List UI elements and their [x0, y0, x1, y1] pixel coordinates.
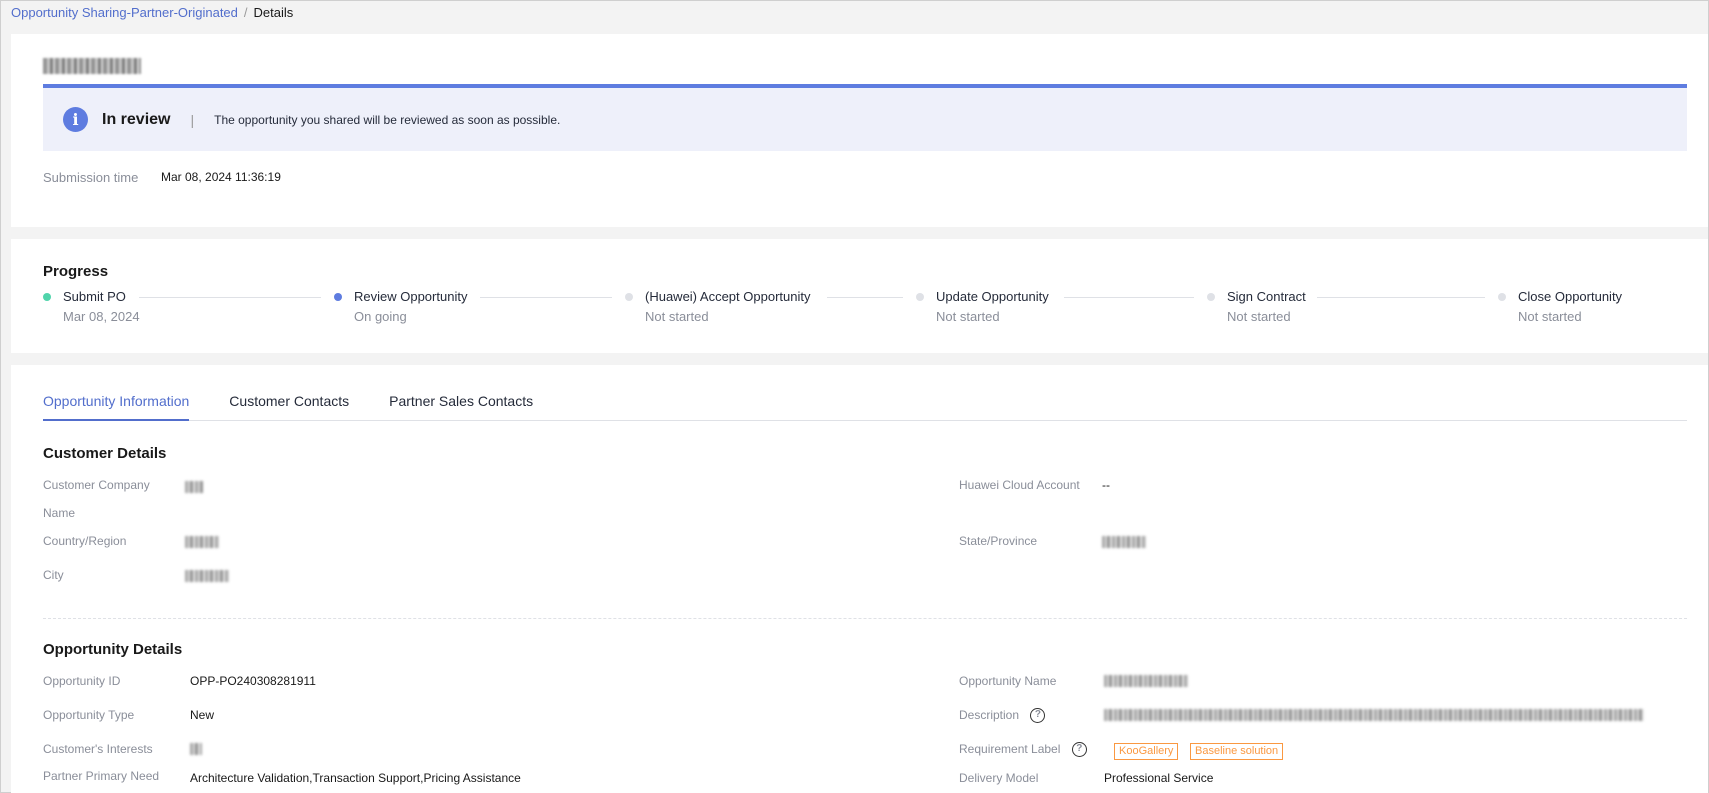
tab-customer-contacts[interactable]: Customer Contacts: [229, 389, 349, 421]
opportunity-info-card: Opportunity Information Customer Contact…: [11, 365, 1708, 793]
opportunity-id-value: OPP-PO240308281911: [190, 674, 316, 688]
submission-time: Submission time Mar 08, 2024 11:36:19: [43, 170, 281, 185]
opportunity-details-title: Opportunity Details: [43, 641, 183, 658]
customer-company-label-line2: Name: [43, 506, 76, 520]
help-icon[interactable]: ?: [1071, 742, 1087, 758]
breadcrumb-current: Details: [253, 5, 294, 20]
step-name: Update Opportunity: [936, 289, 1049, 304]
step-status: Not started: [645, 309, 709, 324]
customer-details-title: Customer Details: [43, 445, 167, 462]
customer-interests-label: Customer's Interests: [43, 742, 153, 756]
opportunity-name-label: Opportunity Name: [959, 674, 1057, 688]
partner-primary-need-label: Partner Primary Need: [43, 769, 160, 783]
opportunity-type-value: New: [190, 708, 215, 722]
state-province-value-redacted: [1102, 536, 1146, 548]
step-status: Not started: [1227, 309, 1291, 324]
step-name: Review Opportunity: [354, 289, 468, 304]
step-status-dot: [1498, 293, 1506, 301]
state-province-label: State/Province: [959, 534, 1038, 548]
progress-steps: Submit PO Mar 08, 2024 Review Opportunit…: [43, 289, 1672, 329]
step-name: Sign Contract: [1227, 289, 1306, 304]
partner-primary-need-value: Architecture Validation,Transaction Supp…: [190, 771, 521, 785]
section-divider: [43, 618, 1687, 619]
cloud-account-label: Huawei Cloud Account: [959, 478, 1080, 492]
help-icon[interactable]: ?: [1030, 708, 1046, 724]
cloud-account-value: --: [1102, 478, 1110, 492]
opportunity-name-value-redacted: [1104, 675, 1188, 687]
tab-opportunity-information[interactable]: Opportunity Information: [43, 389, 190, 421]
delivery-model-label: Delivery Model: [959, 771, 1039, 785]
opportunity-id-label: Opportunity ID: [43, 674, 121, 688]
progress-title: Progress: [43, 263, 109, 280]
requirement-label-label: Requirement Label ?: [959, 735, 1087, 763]
description-value-redacted: [1104, 709, 1644, 721]
city-value-redacted: [185, 570, 229, 582]
step-status-dot: [334, 293, 342, 301]
tab-partner-sales-contacts[interactable]: Partner Sales Contacts: [389, 389, 533, 421]
breadcrumb-parent-link[interactable]: Opportunity Sharing-Partner-Originated: [11, 5, 238, 21]
step-status: Mar 08, 2024: [63, 309, 140, 324]
step-status: Not started: [1518, 309, 1582, 324]
step-connector: [1064, 297, 1194, 298]
detail-tabs: Opportunity Information Customer Contact…: [43, 389, 1687, 421]
info-icon: i: [63, 107, 88, 132]
step-status-dot: [625, 293, 633, 301]
delivery-model-value: Professional Service: [1104, 771, 1214, 785]
step-status: Not started: [936, 309, 1000, 324]
opportunity-type-label: Opportunity Type: [43, 708, 135, 722]
step-connector: [480, 297, 612, 298]
step-status-dot: [1207, 293, 1215, 301]
step-connector: [139, 297, 321, 298]
requirement-tag-baseline-solution: Baseline solution: [1190, 743, 1284, 760]
country-region-value-redacted: [185, 536, 219, 548]
customer-company-label: Customer Company: [43, 478, 150, 492]
step-connector: [1317, 297, 1485, 298]
breadcrumb: Opportunity Sharing-Partner-Originated /…: [11, 5, 293, 21]
step-name: Close Opportunity: [1518, 289, 1623, 304]
banner-separator: |: [190, 111, 195, 128]
requirement-label-text: Requirement Label: [959, 742, 1061, 756]
opportunity-header-card: i In review | The opportunity you shared…: [11, 34, 1708, 227]
customer-interests-value-redacted: [190, 743, 202, 755]
description-label: Description ?: [959, 701, 1046, 729]
step-name: Submit PO: [63, 289, 126, 304]
review-status-text: In review: [102, 110, 171, 128]
step-status-dot: [43, 293, 51, 301]
breadcrumb-separator: /: [243, 5, 248, 20]
submission-time-label: Submission time: [43, 170, 139, 185]
step-status: On going: [354, 309, 407, 324]
step-name: (Huawei) Accept Opportunity: [645, 289, 811, 304]
description-label-text: Description: [959, 708, 1020, 722]
step-connector: [827, 297, 903, 298]
country-region-label: Country/Region: [43, 534, 127, 548]
requirement-tag-koogallery: KooGallery: [1114, 743, 1179, 760]
progress-card: Progress Submit PO Mar 08, 2024 Review O…: [11, 239, 1708, 353]
submission-time-value: Mar 08, 2024 11:36:19: [161, 170, 281, 184]
review-status-message: The opportunity you shared will be revie…: [214, 112, 561, 127]
opportunity-title-redacted: [43, 58, 141, 74]
review-status-banner: i In review | The opportunity you shared…: [43, 84, 1687, 151]
customer-company-value-redacted: [185, 481, 203, 493]
step-status-dot: [916, 293, 924, 301]
city-label: City: [43, 568, 64, 582]
